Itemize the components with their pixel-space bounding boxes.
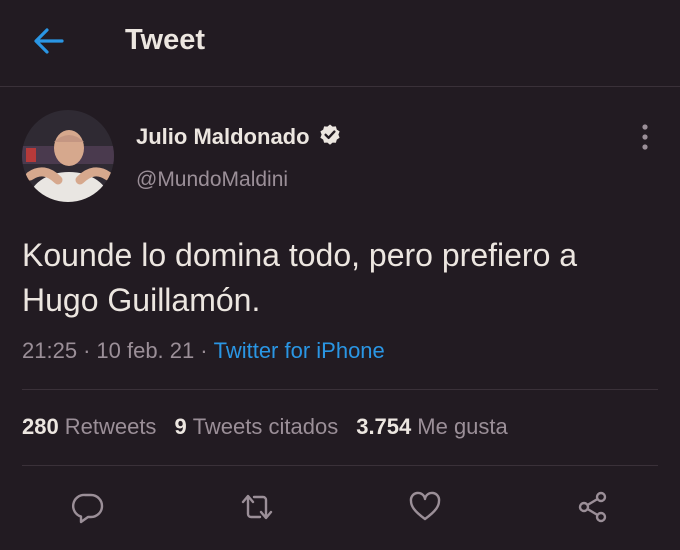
- quotes-label: Tweets citados: [192, 414, 339, 439]
- tweet-date: 10 feb. 21: [96, 338, 195, 363]
- divider: [22, 465, 658, 466]
- quotes-count: 9: [174, 414, 187, 439]
- retweets-count: 280: [22, 414, 59, 439]
- share-icon[interactable]: [576, 490, 610, 524]
- tweet-stats: 280 Retweets 9 Tweets citados 3.754 Me gusta: [22, 414, 526, 440]
- avatar[interactable]: [22, 110, 114, 202]
- reply-icon[interactable]: [71, 490, 105, 524]
- back-arrow-icon[interactable]: [32, 26, 66, 56]
- meta-separator: ·: [200, 338, 208, 363]
- meta-separator: ·: [83, 338, 91, 363]
- likes-label: Me gusta: [417, 414, 508, 439]
- more-options-icon[interactable]: [632, 122, 658, 152]
- retweets-label: Retweets: [64, 414, 157, 439]
- author-name[interactable]: Julio Maldonado: [136, 123, 342, 150]
- tweet-time: 21:25: [22, 338, 78, 363]
- verified-badge-icon: [319, 124, 340, 145]
- quotes-stat[interactable]: 9 Tweets citados: [174, 414, 338, 440]
- like-icon[interactable]: [408, 490, 442, 524]
- likes-stat[interactable]: 3.754 Me gusta: [356, 414, 508, 440]
- retweets-stat[interactable]: 280 Retweets: [22, 414, 156, 440]
- tweet-text: Kounde lo domina todo, pero prefiero a H…: [22, 237, 578, 318]
- author-name-text: Julio Maldonado: [136, 124, 310, 149]
- likes-count: 3.754: [356, 414, 412, 439]
- page-title: Tweet: [125, 24, 206, 56]
- divider: [22, 389, 658, 390]
- author-handle[interactable]: @MundoMaldini: [136, 168, 288, 192]
- tweet-meta: 21:25 · 10 feb. 21 · Twitter for iPhone: [22, 338, 385, 364]
- retweet-icon[interactable]: [240, 490, 274, 524]
- tweet-source-link[interactable]: Twitter for iPhone: [214, 338, 385, 363]
- top-bar: Tweet: [0, 0, 680, 87]
